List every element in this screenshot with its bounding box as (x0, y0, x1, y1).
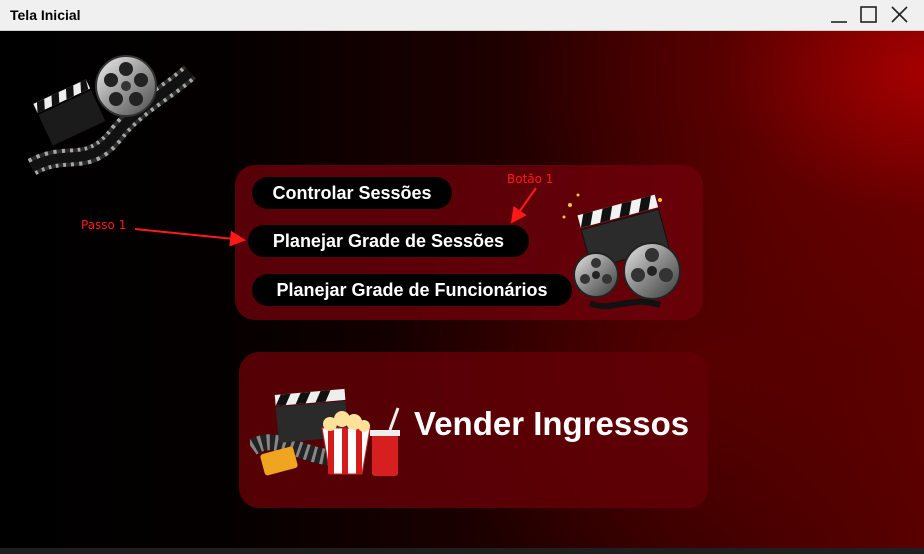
maximize-icon[interactable] (856, 3, 882, 27)
window-title: Tela Inicial (10, 7, 81, 23)
annotation-passo: Passo 1 (81, 218, 127, 232)
film-reel-clapper-icon (28, 55, 196, 176)
planejar-grade-sessoes-button[interactable]: Planejar Grade de Sessões (248, 225, 529, 257)
minimize-icon[interactable] (826, 3, 852, 27)
planejar-grade-funcionarios-button[interactable]: Planejar Grade de Funcionários (252, 274, 572, 306)
vender-ingressos-button[interactable]: Vender Ingressos (414, 405, 689, 443)
annotation-botao: Botão 1 (507, 172, 554, 186)
clapperboard-reels-icon (562, 193, 681, 310)
controlar-sessoes-button[interactable]: Controlar Sessões (252, 177, 452, 209)
title-bar[interactable]: Tela Inicial (0, 0, 924, 31)
close-icon[interactable] (887, 3, 913, 27)
bottom-border (0, 548, 924, 554)
popcorn-clapper-ticket-icon (250, 388, 400, 476)
